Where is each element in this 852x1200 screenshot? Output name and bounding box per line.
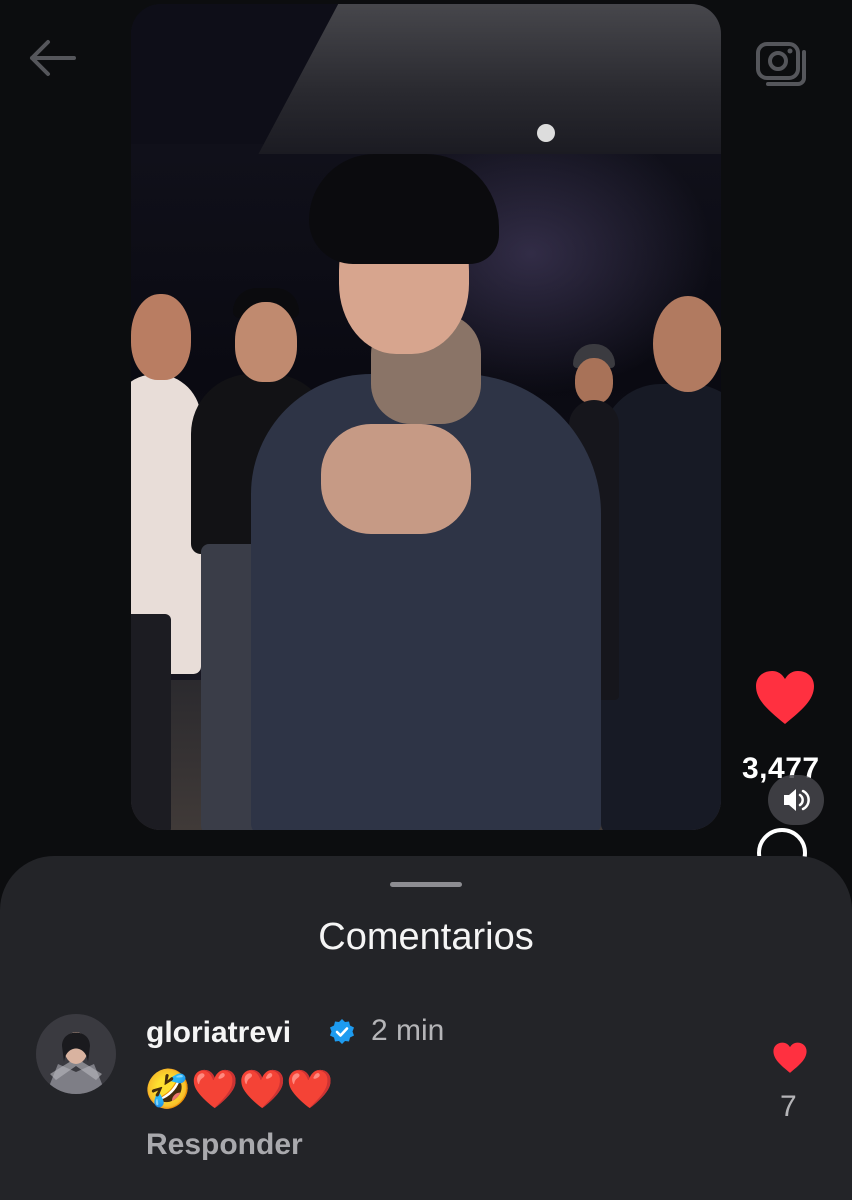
comment-username[interactable]: gloriatrevi <box>146 1016 291 1050</box>
arrow-left-icon <box>30 40 76 76</box>
person-right <box>601 294 721 830</box>
person-center <box>251 154 611 830</box>
camera-icon <box>756 42 806 86</box>
sheet-drag-handle[interactable] <box>390 882 462 887</box>
camera-button[interactable] <box>752 34 810 86</box>
comment-timestamp: 2 min <box>371 1014 445 1047</box>
security-camera <box>537 124 555 142</box>
avatar[interactable] <box>36 1014 116 1094</box>
comment-text: 🤣❤️❤️❤️ <box>144 1069 334 1111</box>
verified-badge-icon <box>330 1019 354 1044</box>
comment-like-button[interactable] <box>772 1042 808 1074</box>
comments-title: Comentarios <box>318 916 534 958</box>
video-player[interactable] <box>131 4 721 830</box>
sound-toggle-button[interactable] <box>768 775 824 825</box>
heart-filled-icon <box>756 671 814 724</box>
like-button[interactable] <box>754 670 816 726</box>
reply-button[interactable]: Responder <box>146 1128 303 1162</box>
speaker-icon <box>784 789 810 811</box>
avatar-image <box>36 1014 116 1094</box>
comments-sheet: Comentarios gloriatrevi 2 min 🤣❤️❤️❤️ Re… <box>0 856 852 1200</box>
heart-filled-icon <box>773 1042 807 1073</box>
back-button[interactable] <box>24 34 80 82</box>
comment-like-count: 7 <box>780 1090 797 1123</box>
ceiling <box>258 4 721 154</box>
